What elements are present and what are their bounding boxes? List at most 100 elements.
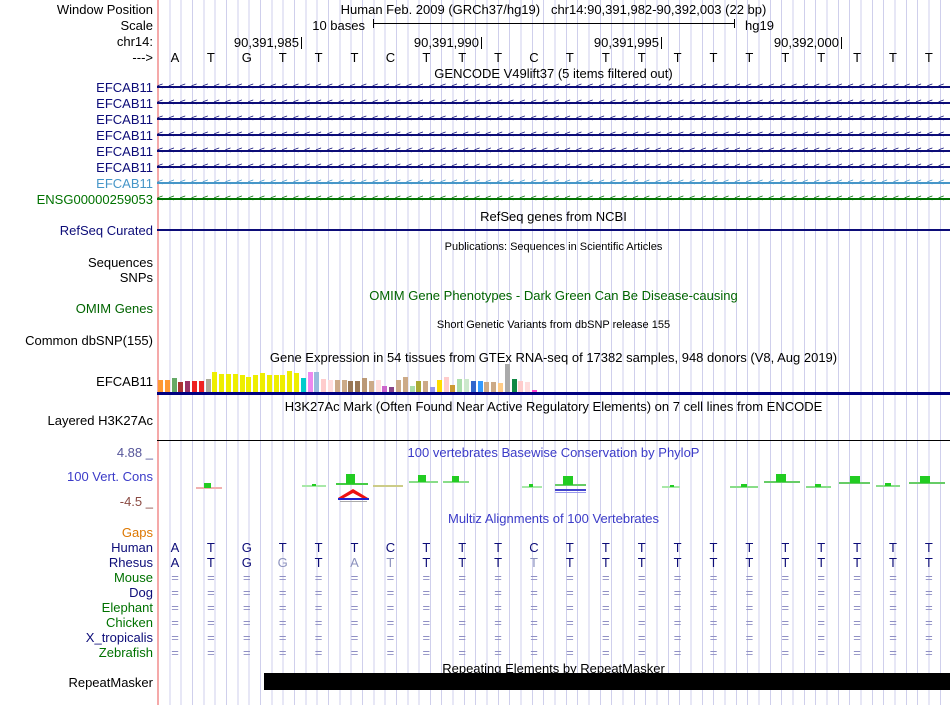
sequence-base: T (673, 50, 682, 65)
alignment-gap-mark: = (314, 645, 323, 660)
gtex-tissue-bar (334, 380, 340, 392)
gtex-tissue-bar (192, 381, 197, 392)
alignment-gap-mark: = (458, 645, 466, 660)
transcript-label[interactable]: EFCAB11 (0, 128, 153, 143)
sequence-base: T (781, 50, 790, 65)
alignment-gap-mark: = (817, 615, 825, 630)
transcript-label[interactable]: EFCAB11 (0, 144, 153, 159)
species-label[interactable]: Elephant (0, 600, 153, 615)
refseq-curated-label[interactable]: RefSeq Curated (0, 223, 153, 238)
alignment-gap-mark: = (243, 615, 251, 630)
strand-arrows-left: <<<<<<<<<<<<<<<<<<<<<<<<<<<<<<<<<<<<<<<<… (157, 177, 950, 188)
alignment-gap-mark: = (889, 630, 897, 645)
alignment-gap-mark: = (745, 615, 754, 630)
gtex-tissue-bar (239, 375, 245, 392)
gtex-gene-label[interactable]: EFCAB11 (0, 374, 153, 389)
repeatmasker-label[interactable]: RepeatMasker (0, 675, 153, 690)
gtex-tissue-bar (511, 379, 517, 392)
alignment-base: T (601, 555, 610, 570)
layered-h3k27ac-label[interactable]: Layered H3K27Ac (0, 413, 153, 428)
alignment-gap-mark: = (781, 600, 790, 615)
species-label[interactable]: Rhesus (0, 555, 153, 570)
alignment-gap-mark: = (637, 585, 646, 600)
alignment-base: T (386, 555, 395, 570)
alignment-gap-mark: = (243, 570, 251, 585)
alignment-gap-mark: = (458, 585, 466, 600)
sequence-base: T (494, 50, 503, 65)
transcript-label[interactable]: EFCAB11 (0, 96, 153, 111)
sequence-base: T (709, 50, 718, 65)
transcript-label[interactable]: EFCAB11 (0, 160, 153, 175)
alignment-gap-mark: = (243, 585, 251, 600)
species-label[interactable]: Dog (0, 585, 153, 600)
transcript-line[interactable]: <<<<<<<<<<<<<<<<<<<<<<<<<<<<<<<<<<<<<<<<… (157, 112, 950, 126)
coordinate-tick (841, 37, 842, 49)
repeat-element-bar[interactable] (264, 673, 950, 690)
phylop-max-value: 4.88 _ (116, 445, 153, 460)
transcript-label[interactable]: EFCAB11 (0, 176, 153, 191)
gencode-track-title: GENCODE V49lift37 (5 items filtered out) (434, 66, 673, 81)
sequence-base: T (422, 50, 431, 65)
snps-label[interactable]: SNPs (0, 270, 153, 285)
alignment-base: T (673, 540, 682, 555)
conservation-negative-line2 (555, 492, 586, 493)
alignment-gap-mark: = (243, 645, 251, 660)
alignment-base: A (170, 555, 180, 570)
alignment-base: T (709, 540, 718, 555)
species-label[interactable]: Human (0, 540, 153, 555)
transcript-line[interactable]: <<<<<<<<<<<<<<<<<<<<<<<<<<<<<<<<<<<<<<<<… (157, 144, 950, 158)
alignment-gap-mark: = (458, 630, 466, 645)
window-position-label: Window Position (56, 2, 153, 17)
transcript-line[interactable]: <<<<<<<<<<<<<<<<<<<<<<<<<<<<<<<<<<<<<<<<… (157, 128, 950, 142)
alignment-gap-mark: = (566, 630, 574, 645)
alignment-gap-mark: = (781, 615, 790, 630)
h3k27ac-track-title: H3K27Ac Mark (Often Found Near Active Re… (284, 399, 823, 414)
alignment-gap-mark: = (530, 645, 538, 660)
gtex-tissue-bar (226, 374, 231, 392)
species-label[interactable]: Zebrafish (0, 645, 153, 660)
transcript-line[interactable]: <<<<<<<<<<<<<<<<<<<<<<<<<<<<<<<<<<<<<<<<… (157, 192, 950, 206)
transcript-label[interactable]: ENSG00000259053 (0, 192, 153, 207)
alignment-base: T (530, 555, 538, 570)
gtex-tissue-bar (348, 381, 354, 392)
transcript-line[interactable]: <<<<<<<<<<<<<<<<<<<<<<<<<<<<<<<<<<<<<<<<… (157, 176, 950, 190)
alignment-gap-mark: = (566, 600, 574, 615)
species-label[interactable]: Gaps (0, 525, 153, 540)
species-label[interactable]: Chicken (0, 615, 153, 630)
alignment-gap-mark: = (243, 630, 251, 645)
alignment-gap-mark: = (781, 630, 790, 645)
transcript-line[interactable]: <<<<<<<<<<<<<<<<<<<<<<<<<<<<<<<<<<<<<<<<… (157, 96, 950, 110)
species-label[interactable]: Mouse (0, 570, 153, 585)
alignment-base: T (889, 555, 897, 570)
sequences-label[interactable]: Sequences (0, 255, 153, 270)
alignment-gap-mark: = (673, 600, 682, 615)
transcript-line[interactable]: <<<<<<<<<<<<<<<<<<<<<<<<<<<<<<<<<<<<<<<<… (157, 160, 950, 174)
omim-genes-label[interactable]: OMIM Genes (0, 301, 153, 316)
common-dbsnp-label[interactable]: Common dbSNP(155) (0, 333, 153, 348)
alignment-gap-mark: = (422, 645, 431, 660)
alignment-base: T (817, 540, 826, 555)
alignment-gap-mark: = (817, 585, 825, 600)
alignment-gap-mark: = (817, 600, 825, 615)
gtex-tissue-bar (504, 364, 510, 392)
strand-arrow-label[interactable]: ---> (0, 50, 153, 65)
multiz-track-title: Multiz Alignments of 100 Vertebrates (447, 511, 659, 526)
transcript-label[interactable]: EFCAB11 (0, 80, 153, 95)
transcript-line[interactable]: <<<<<<<<<<<<<<<<<<<<<<<<<<<<<<<<<<<<<<<<… (157, 80, 950, 94)
coordinate-label: 90,391,985 (233, 35, 299, 50)
alignment-gap-mark: = (278, 615, 287, 630)
alignment-gap-mark: = (853, 630, 861, 645)
alignment-base: T (781, 555, 790, 570)
alignment-base: C (529, 540, 539, 555)
gtex-tissue-bar (307, 372, 313, 392)
gtex-tissue-bar (171, 378, 177, 392)
refseq-curated-line[interactable] (157, 229, 950, 231)
gtex-tissue-bar (355, 381, 361, 392)
alignment-gap-mark: = (673, 570, 682, 585)
vert-cons-label[interactable]: 100 Vert. Cons (0, 469, 153, 484)
transcript-label[interactable]: EFCAB11 (0, 112, 153, 127)
alignment-gap-mark: = (530, 585, 538, 600)
species-label[interactable]: X_tropicalis (0, 630, 153, 645)
gtex-tissue-bar (423, 381, 429, 392)
alignment-base: T (458, 540, 467, 555)
